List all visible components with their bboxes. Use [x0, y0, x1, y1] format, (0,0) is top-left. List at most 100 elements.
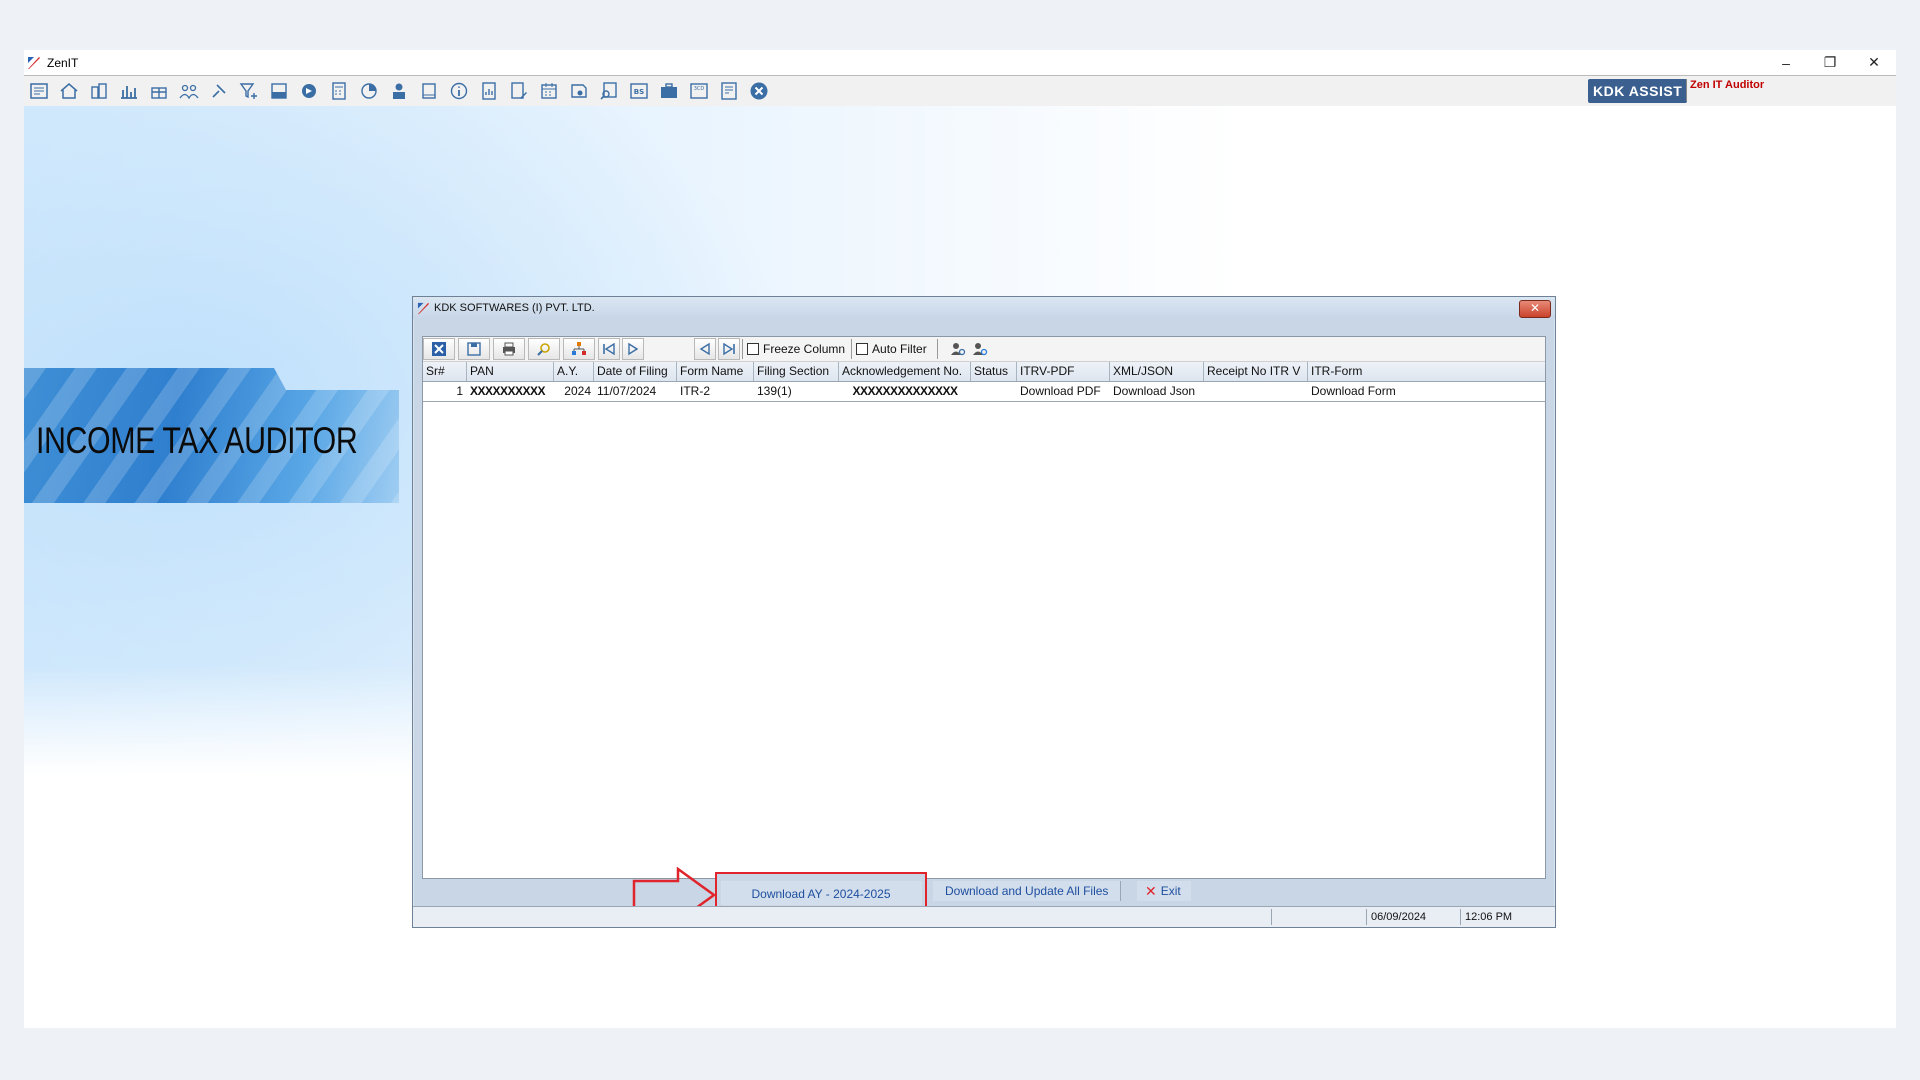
user-find-icon: [972, 343, 987, 356]
itr-download-dialog: KDK SOFTWARES (I) PVT. LTD. ✕ Freeze Col…: [412, 296, 1556, 928]
previous-icon: [699, 342, 710, 356]
freeze-column-box[interactable]: [747, 343, 759, 355]
status-date: 06/09/2024: [1366, 909, 1461, 925]
close-button[interactable]: ✕: [1852, 50, 1896, 75]
document-edit-icon[interactable]: [508, 80, 530, 102]
itr-grid: Sr# PAN A.Y. Date of Filing Form Name Fi…: [423, 362, 1545, 402]
buildings-icon[interactable]: [88, 80, 110, 102]
zenit-logo-icon: [27, 55, 41, 70]
banner-title: INCOME TAX AUDITOR: [36, 420, 358, 461]
header-itrv-pdf[interactable]: ITRV-PDF: [1017, 362, 1110, 381]
export-excel-button[interactable]: [423, 338, 455, 360]
tags-icon[interactable]: [298, 80, 320, 102]
last-record-button[interactable]: [718, 338, 740, 360]
briefcase-icon[interactable]: [658, 80, 680, 102]
user-search-button[interactable]: [948, 339, 968, 359]
user-find-button[interactable]: [970, 339, 990, 359]
header-xml-json[interactable]: XML/JSON: [1110, 362, 1204, 381]
download-form-link[interactable]: Download Form: [1308, 382, 1545, 401]
app-titlebar: ZenIT – ❐ ✕: [24, 50, 1896, 75]
cell-sr: 1: [456, 384, 463, 398]
status-time: 12:06 PM: [1460, 909, 1553, 925]
kdk-assist-button[interactable]: KDK ASSIST: [1588, 79, 1688, 103]
ledger-icon[interactable]: [718, 80, 740, 102]
bs-icon[interactable]: BS: [628, 80, 650, 102]
freeze-column-checkbox[interactable]: Freeze Column: [742, 339, 853, 359]
header-filing-section[interactable]: Filing Section: [754, 362, 839, 381]
grid-header-row: Sr# PAN A.Y. Date of Filing Form Name Fi…: [423, 362, 1545, 382]
find-button[interactable]: [528, 338, 560, 360]
header-date-of-filing[interactable]: Date of Filing: [594, 362, 677, 381]
cell-date-of-filing: 11/07/2024: [597, 384, 657, 398]
next-record-button[interactable]: [622, 338, 644, 360]
header-form-name[interactable]: Form Name: [677, 362, 754, 381]
header-receipt-no[interactable]: Receipt No ITR V: [1204, 362, 1308, 381]
pie-chart-icon[interactable]: [358, 80, 380, 102]
header-acknowledgement[interactable]: Acknowledgement No.: [839, 362, 971, 381]
header-pan[interactable]: PAN: [467, 362, 554, 381]
close-icon: ✕: [1145, 883, 1157, 899]
auto-filter-label: Auto Filter: [872, 342, 927, 356]
users-group-icon[interactable]: [178, 80, 200, 102]
dialog-statusbar: 06/09/2024 12:06 PM: [413, 906, 1555, 927]
auto-filter-checkbox[interactable]: Auto Filter: [852, 339, 938, 359]
cell-receipt-no: [1204, 382, 1308, 401]
print-button[interactable]: [493, 338, 525, 360]
certificate-icon[interactable]: [568, 80, 590, 102]
dialog-grid-panel: Freeze Column Auto Filter Sr# PAN A.Y. D…: [422, 336, 1546, 879]
app-window: ZenIT – ❐ ✕ BS 3CD KDK ASSIST Zen IT Aud…: [24, 50, 1896, 1028]
header-ay[interactable]: A.Y.: [554, 362, 594, 381]
search-icon: [537, 343, 550, 356]
pin-icon[interactable]: [208, 80, 230, 102]
prev-column-button[interactable]: [694, 338, 716, 360]
last-icon: [723, 342, 735, 356]
download-ay-button[interactable]: Download AY - 2024-2025: [715, 872, 927, 908]
header-sr[interactable]: Sr#: [423, 362, 467, 381]
dialog-close-button[interactable]: ✕: [1519, 300, 1551, 318]
first-icon: [603, 342, 615, 356]
header-itr-form[interactable]: ITR-Form: [1308, 362, 1545, 381]
tax-icon[interactable]: [268, 80, 290, 102]
status-empty-panel: [1271, 909, 1366, 925]
minimize-button[interactable]: –: [1764, 50, 1808, 75]
svg-text:BS: BS: [634, 88, 644, 96]
auto-filter-box[interactable]: [856, 343, 869, 355]
save-button[interactable]: [458, 338, 490, 360]
cell-ay: 2024: [564, 384, 591, 398]
document-search-icon[interactable]: [598, 80, 620, 102]
menu-book-icon[interactable]: [28, 80, 50, 102]
cell-filing-section: 139(1): [757, 384, 792, 398]
download-pdf-link[interactable]: Download PDF: [1017, 382, 1110, 401]
play-icon: [628, 342, 639, 356]
home-icon[interactable]: [58, 80, 80, 102]
cell-form-name: ITR-2: [680, 384, 710, 398]
filter-add-icon[interactable]: [238, 80, 260, 102]
table-row[interactable]: 1 XXXXXXXXXX 2024 11/07/2024 ITR-2 139(1…: [423, 382, 1545, 402]
info-icon[interactable]: [448, 80, 470, 102]
restore-button[interactable]: ❐: [1808, 50, 1852, 75]
header-status[interactable]: Status: [971, 362, 1017, 381]
user-pay-icon[interactable]: [388, 80, 410, 102]
report-icon[interactable]: [478, 80, 500, 102]
dialog-title: KDK SOFTWARES (I) PVT. LTD.: [434, 302, 595, 314]
gift-box-icon[interactable]: [148, 80, 170, 102]
first-record-button[interactable]: [598, 338, 620, 360]
cell-status: [971, 382, 1017, 401]
svg-text:3CD: 3CD: [694, 86, 705, 92]
exit-button[interactable]: ✕ Exit: [1137, 881, 1191, 901]
book-icon[interactable]: [418, 80, 440, 102]
group-button[interactable]: [563, 338, 595, 360]
calculator-icon[interactable]: [328, 80, 350, 102]
zen-it-auditor-label: Zen IT Auditor: [1686, 79, 1764, 101]
hierarchy-icon: [572, 342, 586, 355]
scd-icon[interactable]: 3CD: [688, 80, 710, 102]
app-title: ZenIT: [47, 55, 79, 70]
cell-pan: XXXXXXXXXX: [470, 384, 546, 398]
calendar-icon[interactable]: [538, 80, 560, 102]
bar-chart-icon[interactable]: [118, 80, 140, 102]
exit-label: Exit: [1160, 884, 1181, 898]
download-update-all-button[interactable]: Download and Update All Files: [933, 881, 1122, 901]
download-json-link[interactable]: Download Json: [1110, 382, 1204, 401]
dialog-titlebar: KDK SOFTWARES (I) PVT. LTD. ✕: [413, 297, 1555, 319]
close-circle-icon[interactable]: [748, 80, 770, 102]
